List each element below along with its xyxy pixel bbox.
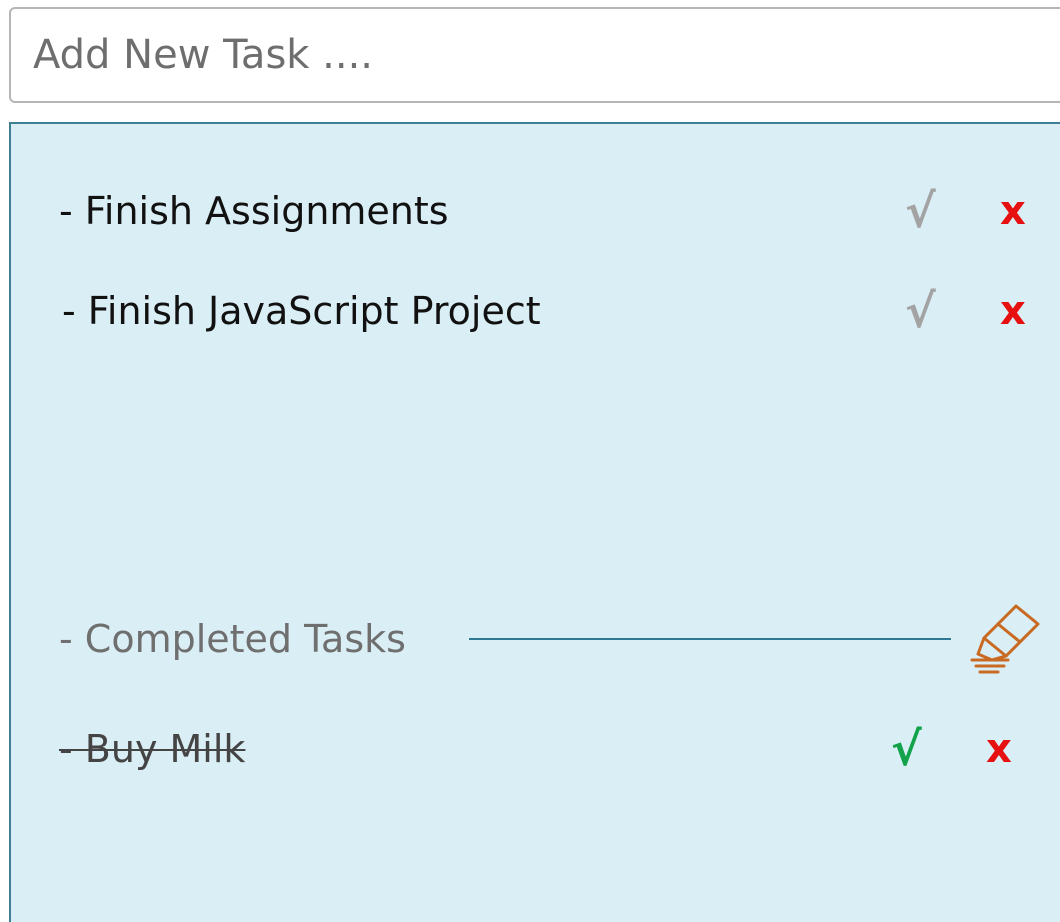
- delete-task-button[interactable]: x: [1000, 176, 1026, 246]
- task-list-panel: - Finish Assignments √ x - Finish JavaSc…: [9, 122, 1060, 922]
- new-task-input[interactable]: [9, 7, 1060, 103]
- section-divider: [469, 638, 951, 640]
- complete-task-button[interactable]: √: [905, 176, 936, 246]
- completed-tasks-title: - Completed Tasks: [59, 617, 406, 661]
- complete-task-button[interactable]: √: [891, 714, 922, 784]
- eraser-icon[interactable]: [968, 602, 1044, 674]
- delete-task-button[interactable]: x: [1000, 276, 1026, 346]
- complete-task-button[interactable]: √: [905, 276, 936, 346]
- task-row: - Finish JavaScript Project √ x: [11, 276, 1060, 346]
- completed-task-label: - Buy Milk: [59, 727, 246, 771]
- completed-task-row: - Buy Milk √ x: [11, 714, 1060, 784]
- task-label: - Finish Assignments: [59, 189, 449, 233]
- task-row: - Finish Assignments √ x: [11, 176, 1060, 246]
- delete-task-button[interactable]: x: [986, 714, 1012, 784]
- task-label: - Finish JavaScript Project: [62, 289, 541, 333]
- completed-tasks-header: - Completed Tasks: [11, 604, 1060, 674]
